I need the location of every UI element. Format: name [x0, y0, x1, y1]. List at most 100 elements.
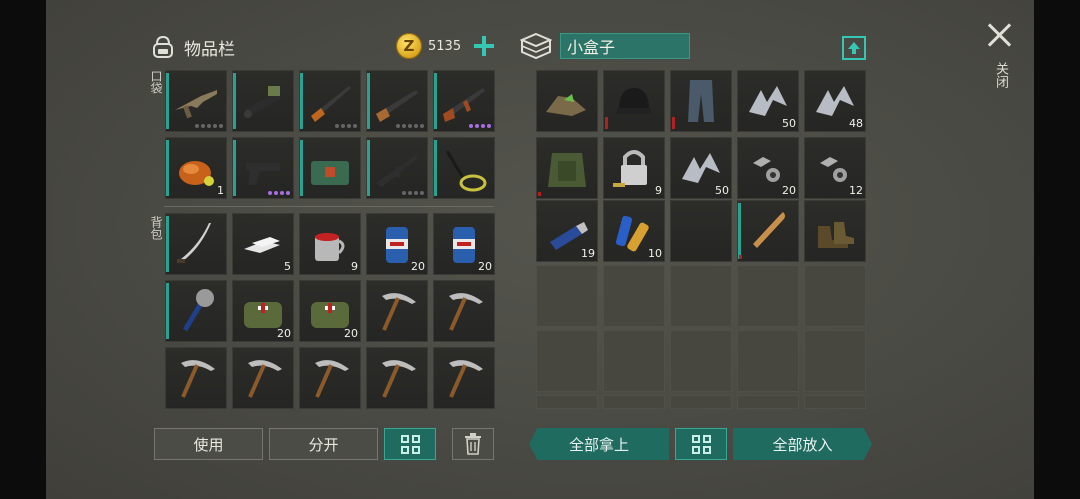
put-all-button[interactable]: 全部放入	[733, 428, 872, 460]
pocket-slot[interactable]	[165, 70, 227, 132]
item-count: 20	[411, 260, 425, 273]
backpack-slot[interactable]: 20	[433, 213, 495, 275]
container-slot-empty[interactable]	[737, 330, 799, 392]
katana-icon	[177, 223, 211, 263]
backpack-slot[interactable]	[165, 347, 227, 409]
backpack-slot[interactable]	[165, 213, 227, 275]
pickaxe-icon	[315, 360, 349, 398]
container-slot-empty[interactable]	[804, 395, 866, 409]
container-slot[interactable]: 12	[804, 137, 866, 199]
container-slot-empty[interactable]	[737, 395, 799, 409]
backpack-slot[interactable]	[366, 347, 428, 409]
backpack-slot[interactable]	[433, 347, 495, 409]
backpack-slot[interactable]: 5	[232, 213, 294, 275]
container-slot-empty[interactable]	[804, 265, 866, 327]
saw-club-icon	[182, 289, 214, 332]
backpack-slot[interactable]	[299, 347, 361, 409]
container-header: 小盒子	[520, 32, 690, 60]
durability-dots	[469, 124, 491, 128]
inventory-title: 物品栏	[184, 39, 235, 60]
container-slot[interactable]: 50	[670, 137, 732, 199]
backpack-slot[interactable]	[165, 280, 227, 342]
container-slot[interactable]	[536, 70, 598, 132]
pocket-slot[interactable]	[433, 70, 495, 132]
container-slot-empty[interactable]	[603, 330, 665, 392]
durability-dots	[335, 124, 357, 128]
container-slot-empty[interactable]	[536, 265, 598, 327]
pocket-slot[interactable]: 1	[165, 137, 227, 199]
backpack-slot[interactable]: 20	[299, 280, 361, 342]
backpack-slot[interactable]	[366, 280, 428, 342]
container-slot[interactable]	[536, 137, 598, 199]
condition-bar	[739, 255, 742, 259]
use-button[interactable]: 使用	[154, 428, 263, 460]
container-slot-empty[interactable]	[670, 395, 732, 409]
container-slot[interactable]	[804, 200, 866, 262]
transfer-up-button[interactable]	[842, 36, 866, 60]
item-count: 48	[849, 117, 863, 130]
close-icon[interactable]	[986, 22, 1014, 50]
container-slot[interactable]: 48	[804, 70, 866, 132]
container-slot-empty[interactable]	[670, 265, 732, 327]
item-count: 19	[581, 247, 595, 260]
item-count: 20	[782, 184, 796, 197]
roast-chicken-icon	[179, 161, 214, 186]
container-slot-empty[interactable]	[536, 330, 598, 392]
backpack-slot[interactable]: 9	[299, 213, 361, 275]
item-count: 1	[217, 184, 224, 197]
condition-bar	[538, 192, 541, 196]
pocket-slot[interactable]	[366, 70, 428, 132]
add-coins-button[interactable]	[473, 35, 495, 57]
container-slot[interactable]: 50	[737, 70, 799, 132]
split-button[interactable]: 分开	[269, 428, 378, 460]
container-slot[interactable]	[737, 200, 799, 262]
container-slot[interactable]: 9	[603, 137, 665, 199]
container-slot[interactable]: 10	[603, 200, 665, 262]
container-name-field[interactable]: 小盒子	[560, 33, 690, 59]
equipped-bar	[300, 140, 303, 196]
backpack-slot[interactable]	[232, 347, 294, 409]
durability-dots	[195, 124, 223, 128]
container-slot-empty[interactable]	[603, 265, 665, 327]
pocket-slot[interactable]	[299, 137, 361, 199]
take-all-button[interactable]: 全部拿上	[529, 428, 669, 460]
pocket-slot[interactable]	[299, 70, 361, 132]
pocket-slot[interactable]	[232, 70, 294, 132]
medkit-bag-icon	[311, 161, 349, 185]
item-count: 50	[715, 184, 729, 197]
trash-button[interactable]	[452, 428, 494, 460]
container-slot-empty[interactable]	[603, 395, 665, 409]
m4-rifle-icon	[376, 155, 418, 187]
container-slot[interactable]	[603, 70, 665, 132]
sort-container-button[interactable]	[675, 428, 727, 460]
pocket-slot[interactable]	[433, 137, 495, 199]
container-slot-empty[interactable]	[670, 330, 732, 392]
container-slot[interactable]: 19	[536, 200, 598, 262]
equipped-bar	[166, 216, 169, 272]
container-slot-empty[interactable]	[536, 395, 598, 409]
backpack-slot[interactable]: 20	[366, 213, 428, 275]
coin-counter: Z 5135	[396, 33, 495, 59]
container-slot-empty[interactable]	[804, 330, 866, 392]
pickaxe-icon	[181, 360, 215, 398]
pocket-slot[interactable]	[366, 137, 428, 199]
item-count: 5	[284, 260, 291, 273]
grid-icon	[400, 434, 420, 454]
body-armor-icon	[548, 153, 586, 187]
backpack-slot[interactable]: 20	[232, 280, 294, 342]
container-slot[interactable]	[670, 200, 732, 262]
pickaxe-icon	[248, 360, 282, 398]
metal-detector-icon	[445, 150, 487, 192]
close-label: 关闭	[993, 62, 1008, 88]
container-slot[interactable]	[670, 70, 732, 132]
ak-rifle-icon	[443, 88, 485, 122]
pocket-slot[interactable]	[232, 137, 294, 199]
shotgun-icon	[376, 90, 418, 122]
item-count: 10	[648, 247, 662, 260]
pickaxe-icon	[382, 293, 416, 331]
pickaxe-icon	[382, 360, 416, 398]
sort-inventory-button[interactable]	[384, 428, 436, 460]
container-slot-empty[interactable]	[737, 265, 799, 327]
backpack-slot[interactable]	[433, 280, 495, 342]
container-slot[interactable]: 20	[737, 137, 799, 199]
